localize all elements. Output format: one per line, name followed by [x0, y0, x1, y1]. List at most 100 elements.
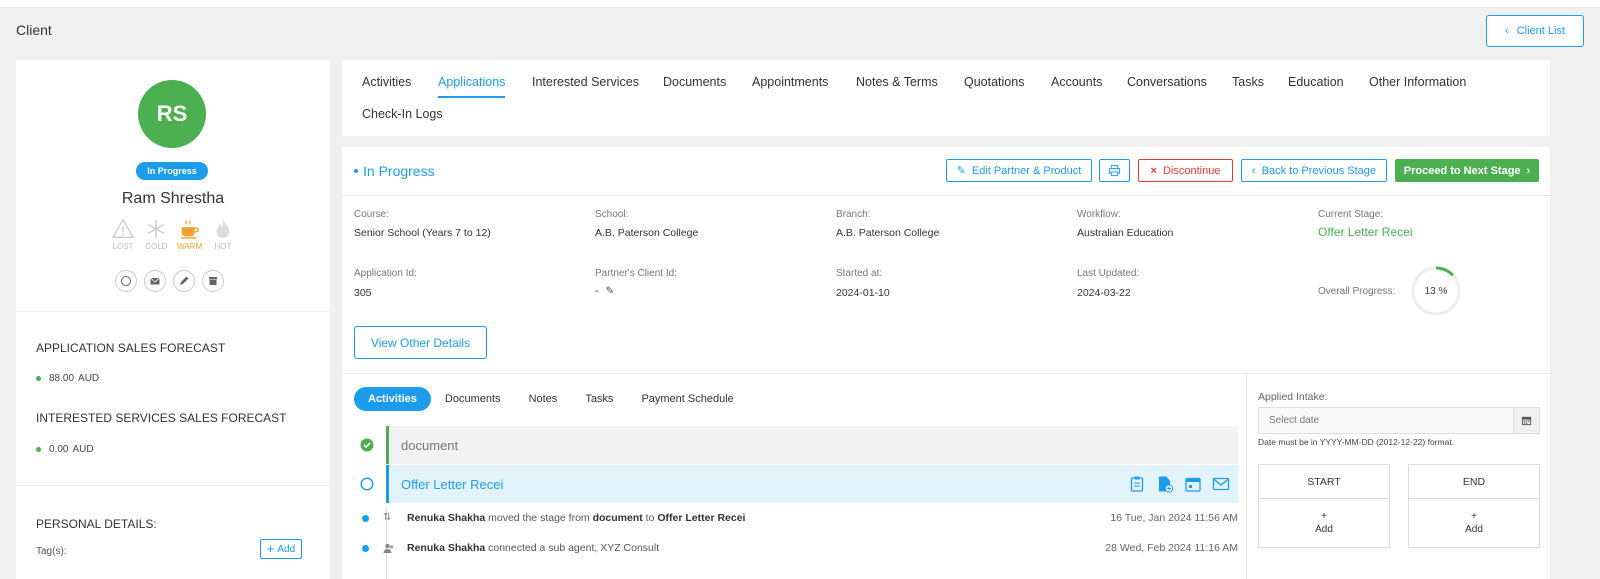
divider: [342, 195, 1550, 196]
log-text: Renuka Shakha connected a sub agent, XYZ…: [407, 542, 659, 554]
services-forecast-value: 0.00 AUD: [36, 444, 94, 455]
tab-interested-services[interactable]: Interested Services: [532, 75, 639, 89]
mail-icon[interactable]: [1212, 475, 1230, 493]
application-subtabs: Activities Documents Notes Tasks Payment…: [354, 387, 748, 411]
tab-other-information[interactable]: Other Information: [1369, 75, 1466, 89]
started-at-value: 2024-01-10: [836, 287, 890, 299]
forecast-currency: AUD: [78, 373, 100, 384]
snowflake-icon: [147, 219, 165, 239]
subtab-documents[interactable]: Documents: [431, 387, 515, 411]
button-label: Back to Previous Stage: [1261, 164, 1376, 177]
swap-arrows-icon: ⇅: [383, 512, 392, 523]
add-file-icon[interactable]: [1156, 475, 1174, 493]
divider: [16, 311, 330, 312]
application-id-label: Application Id:: [354, 268, 417, 279]
date-picker-button[interactable]: [1513, 407, 1540, 434]
view-other-details-button[interactable]: View Other Details: [354, 326, 487, 359]
course-label: Course:: [354, 209, 390, 220]
discontinue-button[interactable]: × Discontinue: [1138, 159, 1233, 182]
button-label: Discontinue: [1162, 164, 1221, 177]
temp-cold[interactable]: COLD: [141, 218, 171, 251]
log-time: 28 Wed, Feb 2024 11:16 AM: [1105, 542, 1238, 554]
chevron-left-icon: ‹: [1251, 164, 1256, 177]
stage-title: In Progress: [354, 163, 435, 179]
tab-tasks[interactable]: Tasks: [1232, 75, 1264, 89]
pencil-icon: [180, 276, 189, 285]
lead-temperature-selector: LOST COLD WARM HOT: [108, 218, 238, 251]
temp-warm[interactable]: WARM: [175, 218, 205, 251]
edit-button[interactable]: [173, 270, 195, 292]
application-forecast-value: 88.00 AUD: [36, 373, 99, 384]
check-circle-icon: [360, 438, 374, 452]
tab-accounts[interactable]: Accounts: [1051, 75, 1102, 89]
print-button[interactable]: [1099, 159, 1130, 182]
tab-quotations[interactable]: Quotations: [964, 75, 1024, 89]
bullet-dot: [362, 514, 369, 522]
clipboard-icon[interactable]: [1128, 475, 1146, 493]
add-tag-button[interactable]: + Add: [260, 539, 302, 559]
add-label: Add: [1465, 524, 1483, 535]
temp-hot[interactable]: HOT: [208, 218, 238, 251]
email-button[interactable]: [144, 270, 166, 292]
archive-button[interactable]: [202, 270, 224, 292]
subtab-activities[interactable]: Activities: [354, 387, 431, 411]
stage-actions: [1128, 475, 1230, 493]
proceed-to-next-stage-button[interactable]: Proceed to Next Stage ›: [1395, 159, 1539, 182]
subtab-notes[interactable]: Notes: [515, 387, 572, 411]
log-user: Renuka Shakha: [407, 512, 486, 524]
stage-name: document: [401, 437, 459, 453]
temp-label: HOT: [214, 242, 232, 251]
client-list-button[interactable]: ‹ Client List: [1486, 15, 1584, 47]
temp-lost[interactable]: LOST: [108, 218, 138, 251]
tab-applications[interactable]: Applications: [438, 75, 506, 98]
workflow-value: Australian Education: [1077, 227, 1174, 239]
last-updated-label: Last Updated:: [1077, 268, 1140, 279]
intake-start-box: START + Add: [1258, 464, 1390, 548]
calendar-icon: [1521, 416, 1532, 426]
pencil-icon[interactable]: ✎: [605, 285, 614, 297]
application-id-value: 305: [354, 287, 372, 299]
back-to-previous-stage-button[interactable]: ‹ Back to Previous Stage: [1241, 159, 1387, 182]
add-label: Add: [1315, 524, 1333, 535]
tab-appointments[interactable]: Appointments: [752, 75, 828, 89]
add-start-date-button[interactable]: + Add: [1259, 499, 1389, 547]
printer-icon: [1108, 164, 1121, 177]
activity-log-item: ⇅ Renuka Shakha moved the stage from doc…: [358, 509, 1238, 527]
applied-intake-date-input[interactable]: [1258, 407, 1514, 434]
started-at-label: Started at:: [836, 268, 883, 279]
subtab-payment-schedule[interactable]: Payment Schedule: [627, 387, 747, 411]
mail-icon: [150, 277, 160, 285]
forecast-currency: AUD: [72, 444, 94, 455]
log-from-stage: document: [592, 512, 643, 524]
tab-activities[interactable]: Activities: [362, 75, 411, 89]
tab-notes-terms[interactable]: Notes & Terms: [856, 75, 938, 89]
flame-icon: [216, 219, 230, 239]
chat-button[interactable]: [115, 270, 137, 292]
log-text: Renuka Shakha moved the stage from docum…: [407, 512, 745, 524]
log-connector: to: [642, 512, 658, 524]
log-time: 16 Tue, Jan 2024 11:56 AM: [1110, 512, 1238, 524]
timeline-stage-current[interactable]: Offer Letter Recei: [386, 465, 1238, 503]
tab-documents[interactable]: Documents: [663, 75, 726, 89]
applied-intake-label: Applied Intake:: [1258, 391, 1328, 403]
chevron-right-icon: ›: [1526, 164, 1531, 177]
client-profile-card: RS In Progress Ram Shrestha LOST COLD WA…: [16, 60, 330, 579]
subtab-tasks[interactable]: Tasks: [571, 387, 627, 411]
add-end-date-button[interactable]: + Add: [1409, 499, 1539, 547]
edit-partner-product-button[interactable]: ✎ Edit Partner & Product: [946, 159, 1092, 182]
log-verb: connected a sub agent, XYZ Consult: [485, 542, 660, 554]
timeline-stage-done[interactable]: document: [386, 426, 1238, 464]
log-to-stage: Offer Letter Recei: [657, 512, 746, 524]
partner-client-id-value: - ✎: [595, 285, 614, 297]
last-updated-value: 2024-03-22: [1077, 287, 1131, 299]
tab-check-in-logs[interactable]: Check-In Logs: [362, 107, 443, 121]
add-tag-label: Add: [277, 543, 296, 555]
bullet-dot: [36, 447, 41, 452]
calendar-icon[interactable]: [1184, 475, 1202, 493]
school-label: School:: [595, 209, 629, 220]
chevron-left-icon: ‹: [1505, 25, 1509, 37]
stage-name: Offer Letter Recei: [401, 476, 504, 492]
tab-conversations[interactable]: Conversations: [1127, 75, 1207, 89]
branch-value: A.B. Paterson College: [836, 227, 940, 239]
tab-education[interactable]: Education: [1288, 75, 1344, 89]
